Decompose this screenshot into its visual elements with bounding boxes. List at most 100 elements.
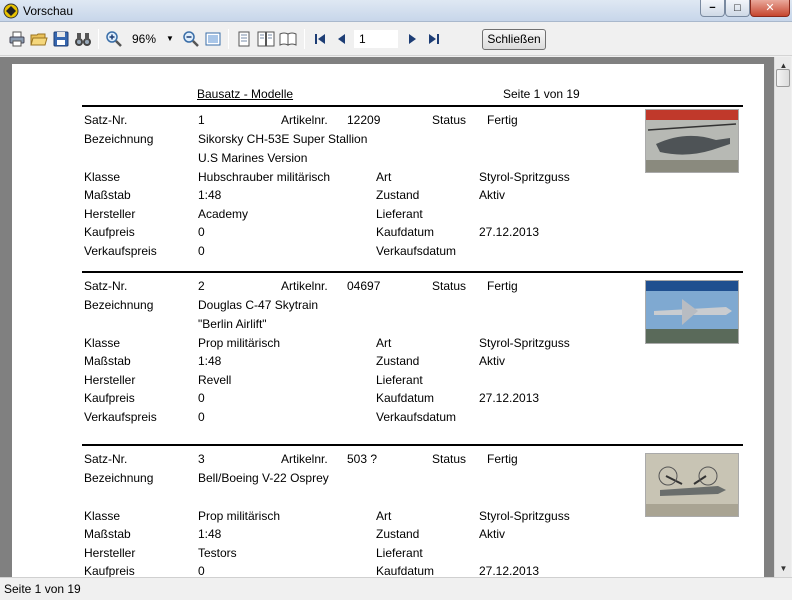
first-page-icon[interactable] xyxy=(311,30,329,48)
kit-box-image xyxy=(645,280,739,344)
value-kaufpreis: 0 xyxy=(198,391,205,405)
two-page-icon[interactable] xyxy=(257,30,275,48)
value-kaufpreis: 0 xyxy=(198,225,205,239)
last-page-icon[interactable] xyxy=(425,30,443,48)
window-title: Vorschau xyxy=(23,4,74,18)
label-kaufdatum: Kaufdatum xyxy=(376,391,435,405)
value-status: Fertig xyxy=(487,113,518,127)
report-page-info: Seite 1 von 19 xyxy=(503,87,580,101)
app-icon xyxy=(3,3,19,19)
zoom-out-icon[interactable] xyxy=(182,30,200,48)
label-klasse: Klasse xyxy=(84,509,121,523)
report-page: Bausatz - Modelle Seite 1 von 19 Satz-Nr… xyxy=(12,64,764,577)
label-art: Art xyxy=(376,509,392,523)
label-massstab: Maßstab xyxy=(84,354,131,368)
value-artikelnr: 12209 xyxy=(347,113,381,127)
value-bezeichnung-2: U.S Marines Version xyxy=(198,151,308,165)
label-status: Status xyxy=(432,279,467,293)
value-bezeichnung: Douglas C-47 Skytrain xyxy=(198,298,319,312)
label-art: Art xyxy=(376,336,392,350)
label-zustand: Zustand xyxy=(376,188,420,202)
kit-box-image xyxy=(645,453,739,517)
label-artikelnr: Artikelnr. xyxy=(281,113,328,127)
kit-box-image xyxy=(645,109,739,173)
value-klasse: Prop militärisch xyxy=(198,336,281,350)
value-artikelnr: 04697 xyxy=(347,279,381,293)
label-lieferant: Lieferant xyxy=(376,207,423,221)
label-verkaufsdatum: Verkaufsdatum xyxy=(376,410,457,424)
scroll-down-icon[interactable]: ▼ xyxy=(775,560,792,577)
label-zustand: Zustand xyxy=(376,527,420,541)
label-kaufdatum: Kaufdatum xyxy=(376,225,435,239)
value-klasse: Hubschrauber militärisch xyxy=(198,170,331,184)
value-hersteller: Academy xyxy=(198,207,249,221)
label-art: Art xyxy=(376,170,392,184)
close-icon: ✕ xyxy=(765,2,775,14)
prev-page-icon[interactable] xyxy=(333,30,351,48)
label-massstab: Maßstab xyxy=(84,188,131,202)
label-verkaufspreis: Verkaufspreis xyxy=(84,410,157,424)
label-kaufdatum: Kaufdatum xyxy=(376,564,435,577)
toolbar-separator xyxy=(98,29,99,49)
printer-icon[interactable] xyxy=(8,30,26,48)
airplane-image-icon xyxy=(646,281,738,343)
label-satz-nr: Satz-Nr. xyxy=(84,113,128,127)
chevron-down-icon[interactable]: ▼ xyxy=(166,30,174,48)
preview-area[interactable]: Bausatz - Modelle Seite 1 von 19 Satz-Nr… xyxy=(0,57,774,577)
status-bar: Seite 1 von 19 xyxy=(0,577,792,600)
value-massstab: 1:48 xyxy=(198,354,222,368)
label-satz-nr: Satz-Nr. xyxy=(84,452,128,466)
label-lieferant: Lieferant xyxy=(376,546,423,560)
next-page-icon[interactable] xyxy=(403,30,421,48)
label-hersteller: Hersteller xyxy=(84,546,136,560)
value-status: Fertig xyxy=(487,452,518,466)
zoom-in-icon[interactable] xyxy=(105,30,123,48)
value-art: Styrol-Spritzguss xyxy=(479,336,570,350)
value-hersteller: Revell xyxy=(198,373,232,387)
close-preview-button[interactable]: Schließen xyxy=(482,29,546,50)
label-verkaufsdatum: Verkaufsdatum xyxy=(376,244,457,258)
value-kaufpreis: 0 xyxy=(198,564,205,577)
label-artikelnr: Artikelnr. xyxy=(281,452,328,466)
maximize-icon: □ xyxy=(734,2,741,14)
value-verkaufspreis: 0 xyxy=(198,244,205,258)
record-divider xyxy=(82,444,743,446)
value-zustand: Aktiv xyxy=(479,527,506,541)
toolbar: 96% ▼ Schließen xyxy=(0,22,792,56)
label-artikelnr: Artikelnr. xyxy=(281,279,328,293)
label-zustand: Zustand xyxy=(376,354,420,368)
book-view-icon[interactable] xyxy=(279,30,297,48)
page-number-input[interactable] xyxy=(354,30,398,48)
label-lieferant: Lieferant xyxy=(376,373,423,387)
value-hersteller: Testors xyxy=(198,546,237,560)
window-close-button[interactable]: ✕ xyxy=(750,0,790,17)
toolbar-separator xyxy=(304,29,305,49)
save-disk-icon[interactable] xyxy=(52,30,70,48)
fit-page-icon[interactable] xyxy=(204,30,222,48)
label-satz-nr: Satz-Nr. xyxy=(84,279,128,293)
value-kaufdatum: 27.12.2013 xyxy=(479,391,540,405)
value-bezeichnung: Bell/Boeing V-22 Osprey xyxy=(198,471,329,485)
label-hersteller: Hersteller xyxy=(84,373,136,387)
value-satz-nr: 1 xyxy=(198,113,205,127)
label-klasse: Klasse xyxy=(84,336,121,350)
label-verkaufspreis: Verkaufspreis xyxy=(84,244,157,258)
value-satz-nr: 2 xyxy=(198,279,205,293)
value-kaufdatum: 27.12.2013 xyxy=(479,564,540,577)
binoculars-icon[interactable] xyxy=(74,30,92,48)
label-massstab: Maßstab xyxy=(84,527,131,541)
minimize-button[interactable]: − xyxy=(700,0,725,17)
open-folder-icon[interactable] xyxy=(30,30,48,48)
toolbar-separator xyxy=(228,29,229,49)
vertical-scrollbar[interactable]: ▲ ▼ xyxy=(774,57,791,577)
tiltrotor-image-icon xyxy=(646,454,738,516)
label-kaufpreis: Kaufpreis xyxy=(84,564,135,577)
value-art: Styrol-Spritzguss xyxy=(479,170,570,184)
record-divider xyxy=(82,105,743,107)
maximize-button[interactable]: □ xyxy=(725,0,750,17)
value-satz-nr: 3 xyxy=(198,452,205,466)
scrollbar-thumb[interactable] xyxy=(776,69,790,87)
label-klasse: Klasse xyxy=(84,170,121,184)
single-page-icon[interactable] xyxy=(235,30,253,48)
label-kaufpreis: Kaufpreis xyxy=(84,225,135,239)
